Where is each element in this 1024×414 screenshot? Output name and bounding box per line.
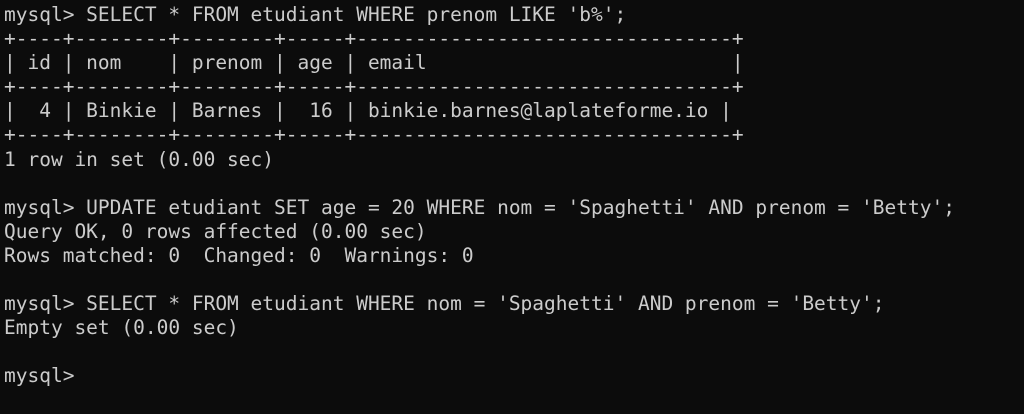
command-line-select-where: mysql> SELECT * FROM etudiant WHERE nom …: [4, 292, 885, 316]
command-line-select-like: mysql> SELECT * FROM etudiant WHERE pren…: [4, 3, 627, 26]
rows-matched-message: Rows matched: 0 Changed: 0 Warnings: 0: [4, 243, 474, 267]
empty-set-message: Empty set (0.00 sec): [4, 316, 239, 340]
terminal-window[interactable]: mysql> SELECT * FROM etudiant WHERE pren…: [0, 0, 1024, 414]
query-ok-message: Query OK, 0 rows affected (0.00 sec): [4, 219, 427, 243]
result-summary: 1 row in set (0.00 sec): [4, 147, 275, 171]
table-border-header: +----+--------+--------+-----+----------…: [4, 75, 744, 99]
text-cursor: [86, 367, 96, 386]
table-border-top: +----+--------+--------+-----+----------…: [4, 27, 744, 51]
table-row: | 4 | Binkie | Barnes | 16 | binkie.barn…: [4, 99, 732, 123]
table-header-row: | id | nom | prenom | age | email |: [4, 51, 744, 75]
table-border-bottom: +----+--------+--------+-----+----------…: [4, 123, 744, 147]
command-line-update: mysql> UPDATE etudiant SET age = 20 WHER…: [4, 195, 955, 219]
mysql-prompt: mysql>: [4, 364, 87, 388]
prompt-line[interactable]: mysql>: [4, 364, 1024, 388]
